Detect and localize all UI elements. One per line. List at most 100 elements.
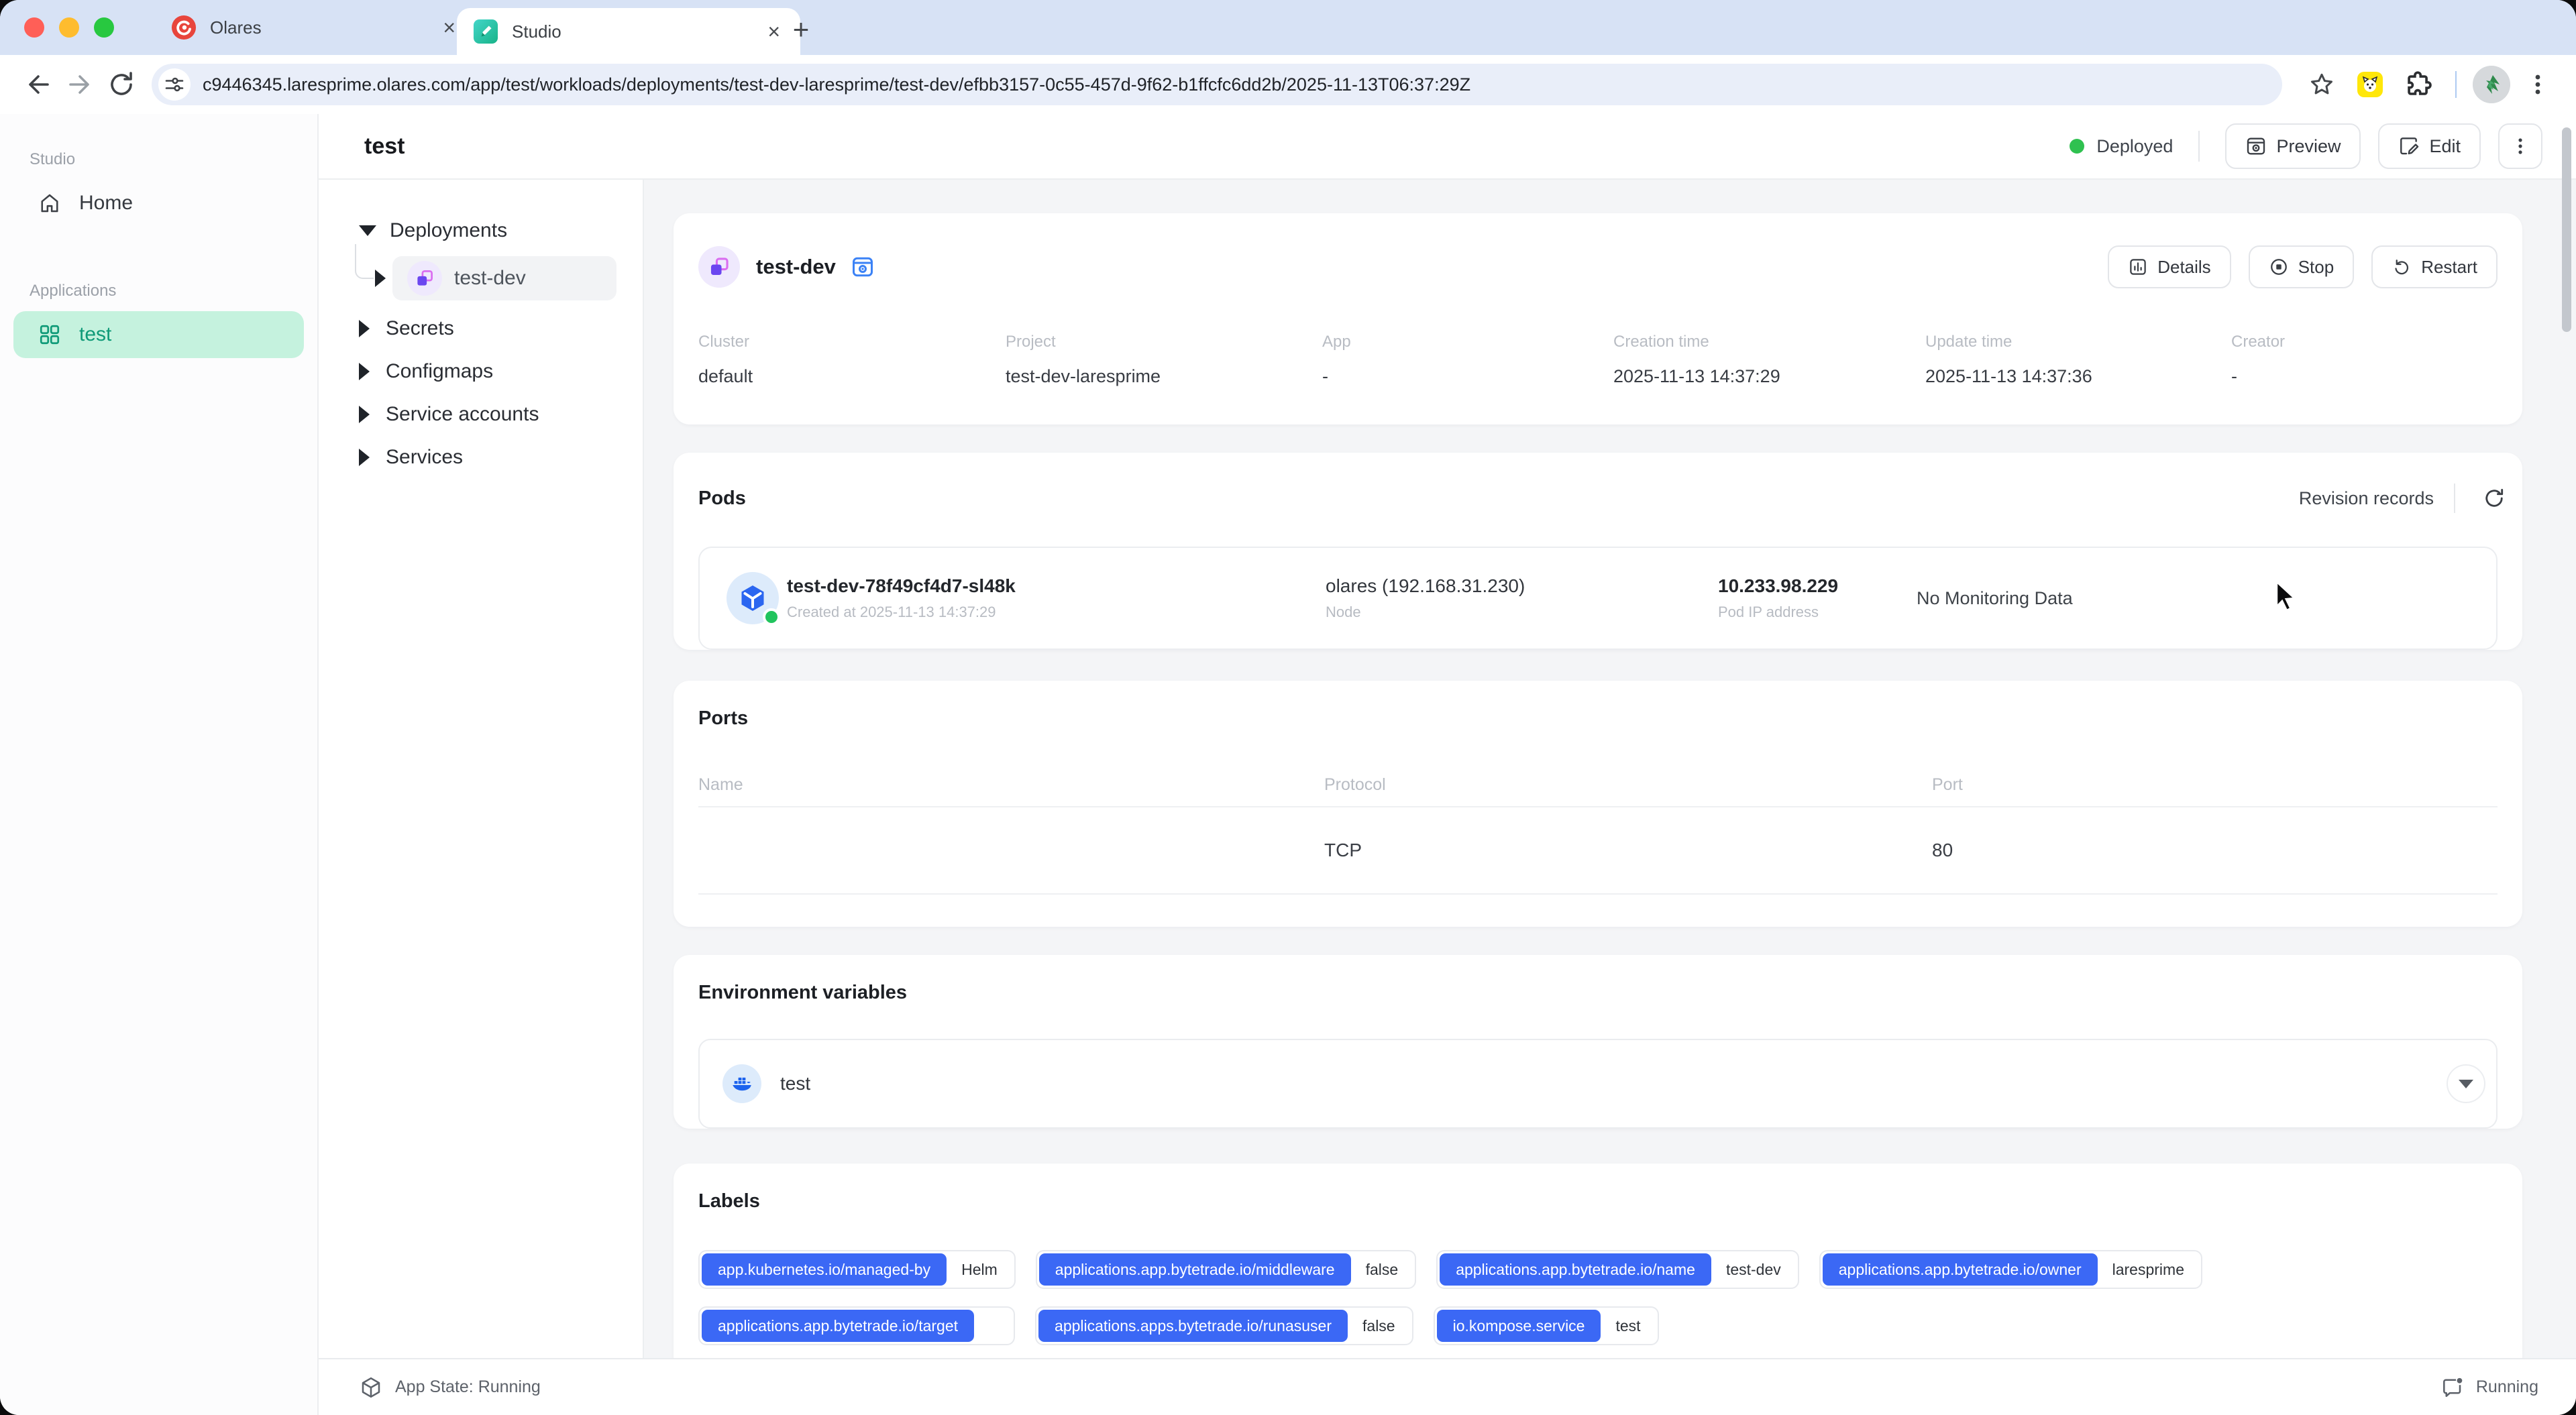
- tree-item-configmaps[interactable]: Configmaps: [319, 350, 643, 393]
- pod-row[interactable]: test-dev-78f49cf4d7-sl48k Created at 202…: [698, 547, 2498, 650]
- labels-card: Labels app.kubernetes.io/managed-by Helm…: [674, 1164, 2522, 1358]
- label-key: applications.apps.bytetrade.io/runasuser: [1038, 1310, 1348, 1342]
- forward-button[interactable]: [59, 64, 101, 105]
- label-key: applications.app.bytetrade.io/name: [1440, 1253, 1711, 1286]
- browser-toolbar: c9446345.laresprime.olares.com/app/test/…: [0, 55, 2576, 114]
- extensions-button[interactable]: [2398, 64, 2439, 105]
- stop-button-label: Stop: [2298, 257, 2334, 278]
- notification-message-icon: [2440, 1375, 2464, 1400]
- minimize-window-button[interactable]: [59, 17, 79, 38]
- field-value: test-dev-laresprime: [1006, 366, 1322, 387]
- tree-item-test-dev[interactable]: test-dev: [363, 256, 643, 300]
- chevron-right-icon[interactable]: [359, 449, 370, 466]
- stop-button[interactable]: Stop: [2249, 245, 2355, 288]
- profile-avatar[interactable]: [2473, 66, 2510, 103]
- pods-card: Pods Revision records: [674, 453, 2522, 650]
- forward-icon: [65, 70, 95, 99]
- pods-section-title: Pods: [698, 488, 746, 510]
- tree-item-service-accounts[interactable]: Service accounts: [319, 393, 643, 436]
- revision-records-link[interactable]: Revision records: [2299, 488, 2434, 509]
- stop-circle-icon: [2269, 257, 2289, 277]
- run-state[interactable]: Running: [2440, 1375, 2538, 1400]
- back-icon: [23, 70, 53, 99]
- tree-item-label: Deployments: [390, 219, 507, 242]
- tree-item-services[interactable]: Services: [319, 436, 643, 479]
- preview-button[interactable]: Preview: [2225, 123, 2361, 169]
- site-settings-icon: [164, 74, 184, 95]
- tab-studio[interactable]: Studio ×: [457, 8, 800, 55]
- status-badge: Deployed: [2096, 136, 2173, 157]
- port-protocol: TCP: [1324, 840, 1932, 861]
- ports-table: Name Protocol Port TCP 80: [698, 763, 2498, 927]
- refresh-pods-button[interactable]: [2475, 479, 2513, 517]
- olares-swirl-icon: [171, 15, 197, 40]
- studio-pencil-icon: [473, 19, 498, 44]
- field-project: Project test-dev-laresprime: [1006, 333, 1322, 387]
- chevron-right-icon[interactable]: [359, 406, 370, 423]
- env-row[interactable]: test: [698, 1039, 2498, 1129]
- field-label: App: [1322, 333, 1613, 351]
- pod-node-label: Node: [1326, 604, 1718, 621]
- restart-button-label: Restart: [2421, 257, 2477, 278]
- label-value: false: [1351, 1261, 1413, 1279]
- label-pill: applications.app.bytetrade.io/name test-…: [1436, 1250, 1799, 1289]
- label-key: io.kompose.service: [1437, 1310, 1601, 1342]
- url-text[interactable]: c9446345.laresprime.olares.com/app/test/…: [203, 74, 1470, 95]
- reload-button[interactable]: [101, 64, 142, 105]
- details-button-label: Details: [2157, 257, 2210, 278]
- page-header: test Deployed Preview: [319, 114, 2576, 180]
- mouse-cursor: [2273, 581, 2300, 612]
- pod-monitoring: No Monitoring Data: [1917, 588, 2476, 609]
- new-tab-button[interactable]: +: [784, 12, 818, 47]
- chevron-right-icon[interactable]: [375, 270, 386, 287]
- pod-ip-block: 10.233.98.229 Pod IP address: [1718, 575, 1917, 621]
- bookmark-button[interactable]: [2301, 64, 2343, 105]
- zoom-window-button[interactable]: [94, 17, 114, 38]
- header-more-button[interactable]: [2498, 123, 2542, 169]
- env-expand-button[interactable]: [2447, 1064, 2485, 1103]
- refresh-icon: [2482, 486, 2506, 510]
- field-app: App -: [1322, 333, 1613, 387]
- sidebar-section-studio: Studio: [30, 150, 317, 169]
- main-content: test-dev: [644, 180, 2576, 1358]
- label-value: Helm: [947, 1261, 1012, 1279]
- tab-close-icon[interactable]: ×: [763, 19, 784, 44]
- field-value: 2025-11-13 14:37:36: [1925, 366, 2231, 387]
- sidebar-item-home[interactable]: Home: [13, 180, 304, 227]
- back-button[interactable]: [17, 64, 59, 105]
- field-value: 2025-11-13 14:37:29: [1613, 366, 1925, 387]
- bookmark-star-icon: [2308, 70, 2336, 99]
- env-item-name: test: [780, 1073, 810, 1094]
- chevron-right-icon[interactable]: [359, 363, 370, 380]
- ports-data-row: TCP 80: [698, 807, 2498, 895]
- restart-button[interactable]: Restart: [2371, 245, 2498, 288]
- field-label: Update time: [1925, 333, 2231, 351]
- address-bar[interactable]: c9446345.laresprime.olares.com/app/test/…: [152, 64, 2282, 105]
- tab-olares[interactable]: Olares ×: [158, 0, 473, 55]
- pod-ip: 10.233.98.229: [1718, 575, 1917, 597]
- extensions-puzzle-icon: [2404, 70, 2433, 99]
- tree-item-secrets[interactable]: Secrets: [319, 307, 643, 350]
- home-icon: [38, 191, 62, 215]
- tab-title: Studio: [512, 21, 763, 42]
- deployment-title: test-dev: [756, 255, 836, 279]
- edit-button[interactable]: Edit: [2378, 123, 2481, 169]
- chevron-down-icon[interactable]: [359, 225, 376, 236]
- sidebar-item-test-app[interactable]: test: [13, 311, 304, 358]
- tree-item-test-dev-box[interactable]: test-dev: [392, 256, 616, 300]
- app-grid-icon: [38, 323, 62, 347]
- field-label: Project: [1006, 333, 1322, 351]
- scrollbar-thumb[interactable]: [2562, 127, 2571, 332]
- close-window-button[interactable]: [24, 17, 44, 38]
- browser-menu-button[interactable]: [2517, 64, 2559, 105]
- tab-title: Olares: [210, 17, 439, 38]
- sidebar: Studio Home Applications test: [0, 114, 319, 1415]
- site-settings-button[interactable]: [158, 68, 191, 101]
- tree-connector-line: [355, 244, 374, 279]
- open-preview-icon[interactable]: [851, 255, 875, 279]
- field-value: -: [1322, 366, 1613, 387]
- extension-badge-button[interactable]: [2349, 64, 2391, 105]
- details-button[interactable]: Details: [2108, 245, 2231, 288]
- tree-item-label: Services: [386, 446, 463, 469]
- chevron-right-icon[interactable]: [359, 320, 370, 337]
